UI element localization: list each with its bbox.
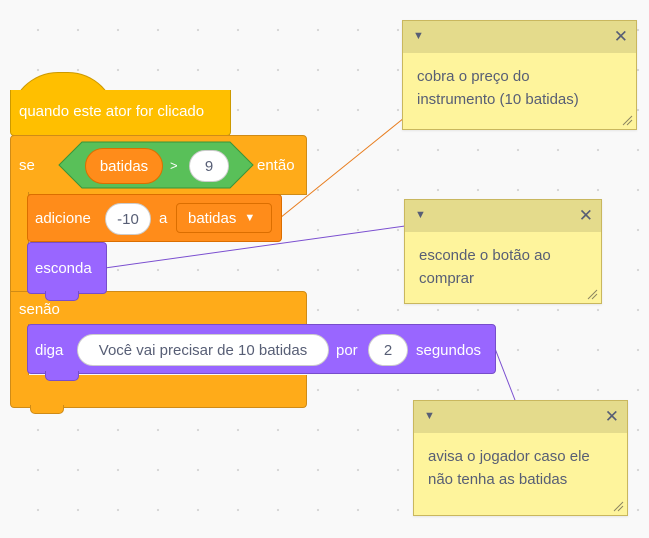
- comment-note-2[interactable]: ▼ ✕ esconde o botão ao comprar: [404, 199, 602, 304]
- else-label: senão: [19, 301, 60, 318]
- comment-header[interactable]: ▼ ✕: [405, 200, 601, 232]
- say-block-notch: [45, 371, 79, 381]
- comment-header[interactable]: ▼ ✕: [403, 21, 636, 53]
- for-label: por: [336, 342, 358, 359]
- connector-line-say: [493, 345, 516, 401]
- resize-handle-icon[interactable]: [587, 289, 598, 300]
- comment-text[interactable]: avisa o jogador caso ele não tenha as ba…: [414, 433, 627, 503]
- close-icon[interactable]: ✕: [579, 206, 593, 226]
- comment-text[interactable]: esconde o botão ao comprar: [405, 232, 601, 302]
- seconds-label: segundos: [416, 342, 482, 359]
- say-label: diga: [35, 342, 64, 359]
- change-amount-text: -10: [117, 210, 139, 228]
- say-message-input[interactable]: Você vai precisar de 10 batidas: [77, 334, 329, 366]
- close-icon[interactable]: ✕: [605, 407, 619, 427]
- block-bottom-notch: [30, 405, 64, 414]
- change-amount-input[interactable]: -10: [105, 203, 151, 235]
- compare-value-text: 9: [204, 157, 214, 175]
- collapse-toggle-icon[interactable]: ▼: [413, 30, 424, 42]
- if-label: se: [19, 157, 35, 174]
- resize-handle-icon[interactable]: [613, 501, 624, 512]
- comment-text-line: cobra o preço do: [417, 68, 530, 85]
- variable-reporter-label: batidas: [99, 157, 149, 175]
- comment-text[interactable]: cobra o preço do instrumento (10 batidas…: [403, 53, 636, 123]
- hide-label: esconda: [35, 260, 92, 277]
- comment-text-line: instrumento (10 batidas): [417, 91, 579, 108]
- variable-dropdown-label: batidas: [188, 209, 237, 227]
- resize-handle-icon[interactable]: [622, 115, 633, 126]
- comment-text-line: avisa o jogador caso ele: [428, 448, 590, 465]
- say-seconds-input[interactable]: 2: [368, 334, 408, 366]
- change-label: adicione: [35, 210, 91, 227]
- hide-block-notch: [45, 291, 79, 301]
- variable-dropdown[interactable]: batidas ▼: [176, 203, 272, 233]
- collapse-toggle-icon[interactable]: ▼: [415, 209, 426, 221]
- close-icon[interactable]: ✕: [614, 27, 628, 47]
- to-label: a: [159, 210, 168, 227]
- comment-header[interactable]: ▼ ✕: [414, 401, 627, 433]
- compare-value-input[interactable]: 9: [189, 150, 229, 182]
- comment-text-line: não tenha as batidas: [428, 471, 568, 488]
- comment-note-1[interactable]: ▼ ✕ cobra o preço do instrumento (10 bat…: [402, 20, 637, 130]
- comment-note-3[interactable]: ▼ ✕ avisa o jogador caso ele não tenha a…: [413, 400, 628, 516]
- comment-text-line: comprar: [419, 270, 475, 287]
- say-seconds-text: 2: [383, 341, 393, 359]
- collapse-toggle-icon[interactable]: ▼: [424, 410, 435, 422]
- comment-text-line: esconde o botão ao: [419, 247, 551, 264]
- then-label: então: [257, 157, 295, 174]
- variable-reporter-batidas[interactable]: batidas: [85, 148, 163, 184]
- hat-block-label: quando este ator for clicado: [19, 103, 205, 120]
- chevron-down-icon: ▼: [244, 212, 256, 224]
- operator-symbol: >: [170, 158, 178, 173]
- say-message-text: Você vai precisar de 10 batidas: [98, 341, 308, 359]
